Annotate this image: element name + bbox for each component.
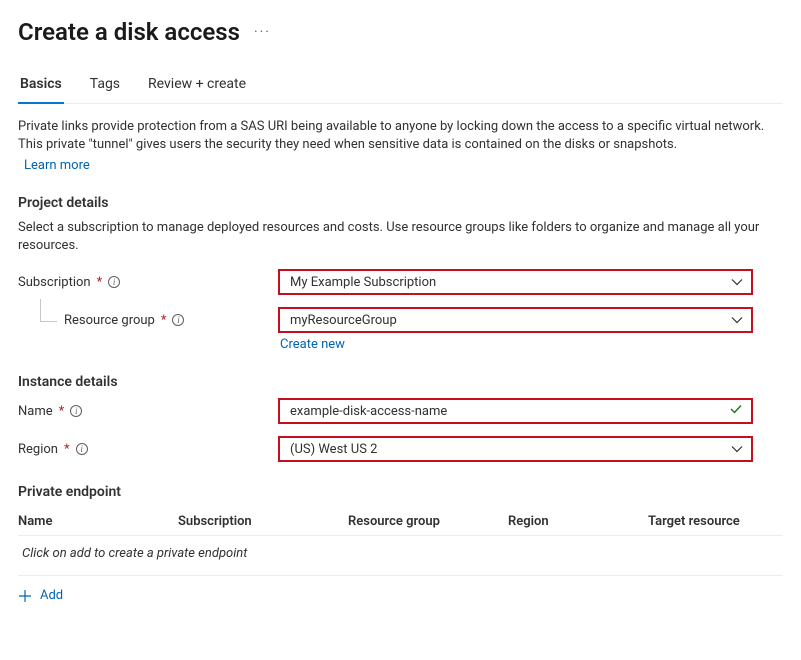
region-label: Region — [18, 442, 58, 457]
chevron-down-icon — [731, 276, 743, 288]
required-indicator: * — [64, 442, 70, 457]
required-indicator: * — [97, 275, 103, 290]
info-icon[interactable]: i — [76, 443, 88, 455]
tab-review-create[interactable]: Review + create — [146, 76, 248, 103]
subscription-label: Subscription — [18, 275, 91, 290]
info-icon[interactable]: i — [70, 405, 82, 417]
tab-tags[interactable]: Tags — [88, 76, 122, 103]
project-details-heading: Project details — [18, 195, 783, 211]
private-endpoint-empty: Click on add to create a private endpoin… — [18, 536, 783, 576]
name-label: Name — [18, 404, 53, 419]
add-private-endpoint-button[interactable]: Add — [18, 576, 783, 603]
col-target-resource: Target resource — [648, 514, 783, 529]
private-endpoint-table: Name Subscription Resource group Region … — [18, 508, 783, 603]
col-subscription: Subscription — [178, 514, 348, 529]
page-title: Create a disk access — [18, 18, 240, 46]
private-endpoint-heading: Private endpoint — [18, 484, 783, 500]
col-name: Name — [18, 514, 178, 529]
region-value: (US) West US 2 — [290, 442, 377, 457]
required-indicator: * — [59, 404, 65, 419]
project-details-description: Select a subscription to manage deployed… — [18, 219, 778, 255]
more-actions-button[interactable]: ··· — [254, 24, 271, 40]
plus-icon — [18, 589, 32, 603]
info-icon[interactable]: i — [172, 314, 184, 326]
subscription-value: My Example Subscription — [290, 275, 436, 290]
info-icon[interactable]: i — [108, 276, 120, 288]
chevron-down-icon — [731, 314, 743, 326]
col-region: Region — [508, 514, 648, 529]
tab-basics[interactable]: Basics — [18, 76, 64, 104]
resource-group-value: myResourceGroup — [290, 313, 397, 328]
add-label: Add — [40, 588, 63, 603]
table-header: Name Subscription Resource group Region … — [18, 508, 783, 536]
create-new-resource-group-link[interactable]: Create new — [278, 337, 345, 352]
resource-group-dropdown[interactable]: myResourceGroup — [278, 307, 753, 333]
tabs: Basics Tags Review + create — [18, 76, 783, 104]
instance-details-heading: Instance details — [18, 374, 783, 390]
name-input-wrapper — [278, 398, 753, 424]
name-input[interactable] — [290, 404, 723, 419]
learn-more-link[interactable]: Learn more — [24, 158, 90, 173]
intro-text: Private links provide protection from a … — [18, 118, 778, 154]
resource-group-label: Resource group — [64, 313, 155, 328]
region-dropdown[interactable]: (US) West US 2 — [278, 436, 753, 462]
col-resource-group: Resource group — [348, 514, 508, 529]
check-icon — [729, 402, 743, 420]
chevron-down-icon — [731, 443, 743, 455]
subscription-dropdown[interactable]: My Example Subscription — [278, 269, 753, 295]
required-indicator: * — [161, 313, 167, 328]
